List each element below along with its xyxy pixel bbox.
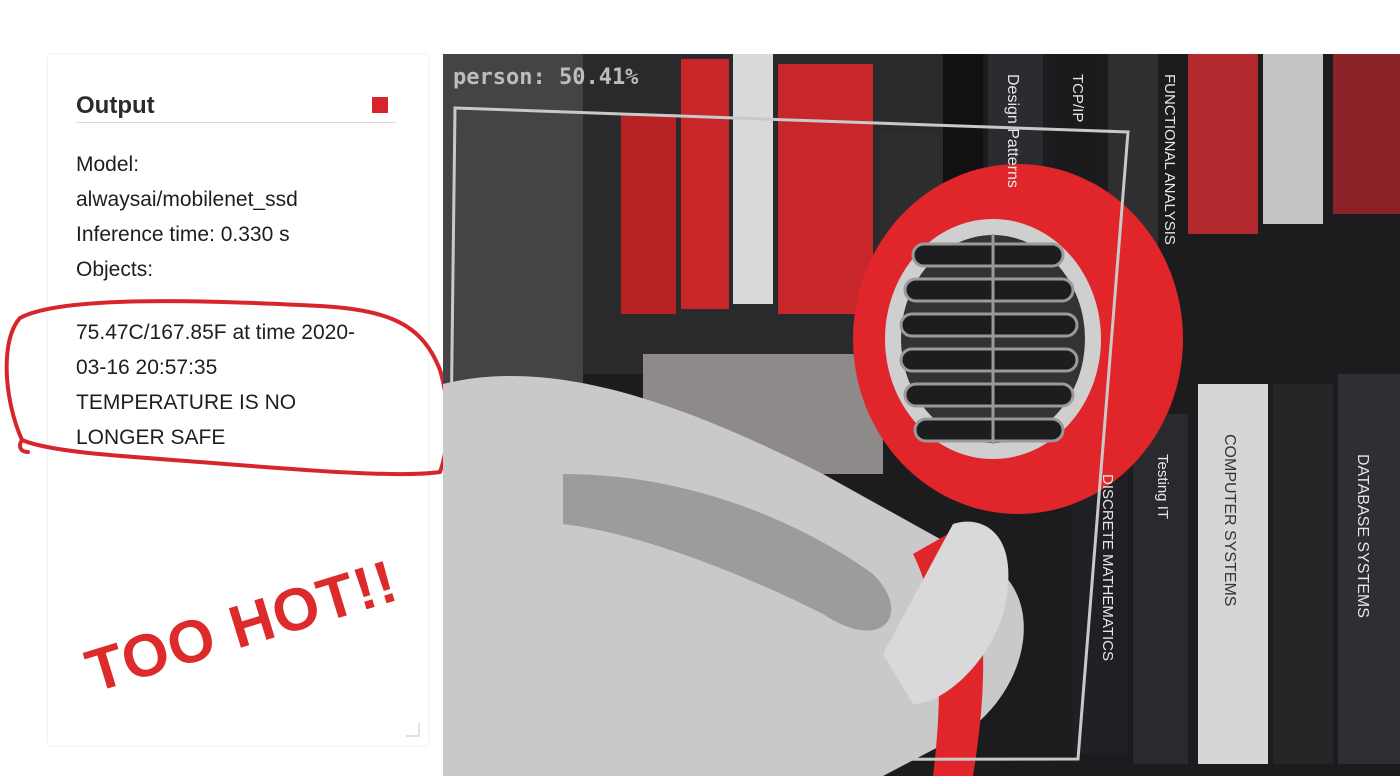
objects-label: Objects: (76, 258, 154, 281)
book-title-tcpip: TCP/IP (1069, 74, 1086, 122)
panel-title: Output (76, 92, 155, 119)
book-title-functional-analysis: FUNCTIONAL ANALYSIS (1161, 74, 1178, 245)
alert-line1: TEMPERATURE IS NO (76, 391, 297, 414)
alert-line2: LONGER SAFE (76, 426, 226, 449)
temperature-warning: 75.47C/167.85F at time 2020- 03-16 20:57… (76, 315, 396, 455)
resize-handle-icon[interactable] (406, 723, 420, 737)
book-title-testing-it: Testing IT (1154, 454, 1171, 519)
book-title-discrete-mathematics: DISCRETE MATHEMATICS (1099, 474, 1116, 661)
model-label: Model: (76, 153, 140, 176)
temperature-reading-line2: 03-16 20:57:35 (76, 356, 218, 379)
inference-time: Inference time: 0.330 s (76, 223, 290, 246)
book-title-database-systems: DATABASE SYSTEMS (1354, 454, 1371, 618)
camera-feed: Design Patterns TCP/IP FUNCTIONAL ANALYS… (443, 54, 1400, 776)
book-title-design-patterns: Design Patterns (1004, 74, 1021, 188)
model-value: alwaysai/mobilenet_ssd (76, 188, 298, 211)
camera-frame-image: Design Patterns TCP/IP FUNCTIONAL ANALYS… (443, 54, 1400, 776)
book-title-computer-systems: COMPUTER SYSTEMS (1221, 434, 1238, 606)
model-info: Model: alwaysai/mobilenet_ssd Inference … (76, 147, 396, 287)
temperature-reading-line1: 75.47C/167.85F at time 2020- (76, 321, 356, 344)
panel-header: Output (76, 92, 396, 123)
detection-label: person: 50.41% (453, 65, 639, 90)
stop-icon[interactable] (372, 97, 388, 113)
